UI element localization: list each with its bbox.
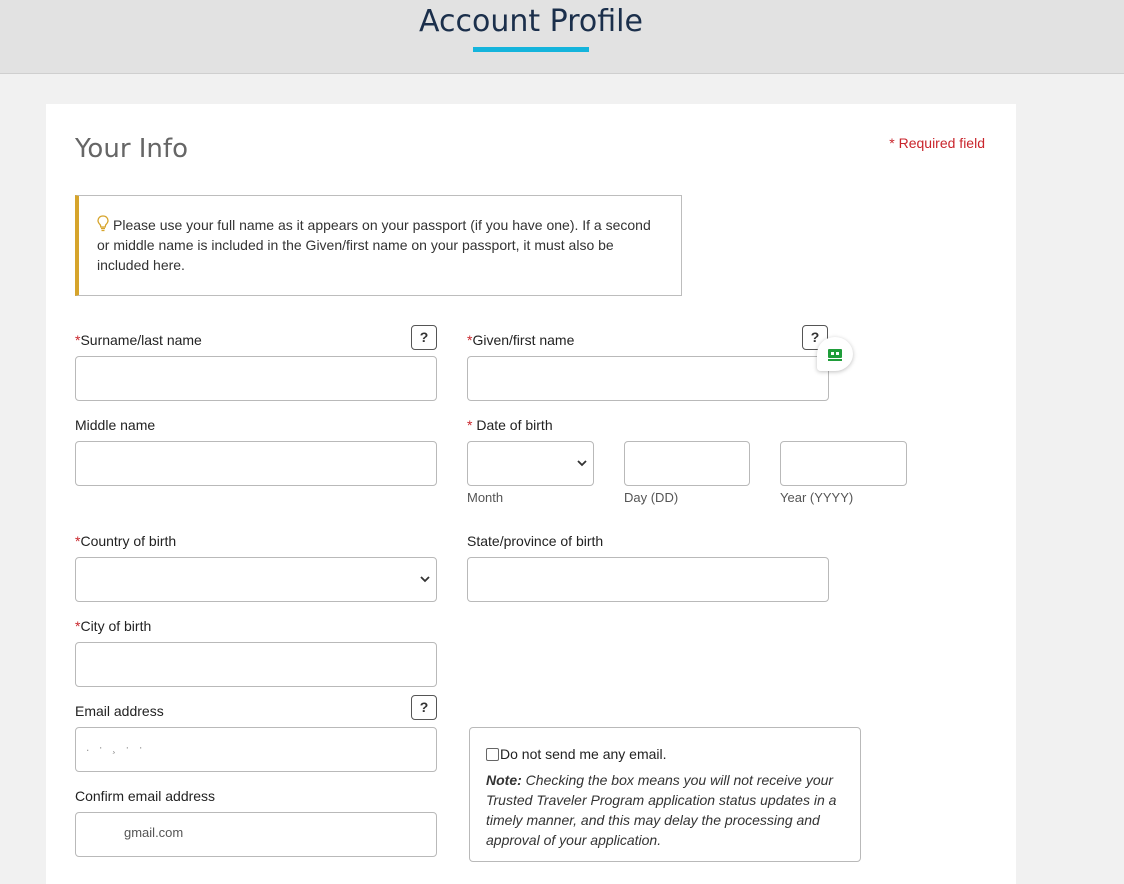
email-opt-out-checkbox[interactable] xyxy=(486,747,499,761)
note-label: Note: xyxy=(486,772,522,788)
confirm-email-label: Confirm email address xyxy=(75,788,216,804)
city-label-text: City of birth xyxy=(80,618,152,634)
surname-help-button[interactable]: ? xyxy=(411,325,437,350)
chevron-down-icon xyxy=(420,576,430,583)
city-label: *City of birth xyxy=(75,618,151,634)
email-label: Email address xyxy=(75,703,164,719)
redacted-email: . · ¸ · · xyxy=(86,740,146,754)
section-title: Your Info xyxy=(75,134,188,164)
note-text: Checking the box means you will not rece… xyxy=(486,772,837,848)
page-title: Account Profile xyxy=(419,4,643,39)
given-name-input[interactable] xyxy=(467,356,829,401)
country-label-text: Country of birth xyxy=(80,533,177,549)
lightbulb-icon xyxy=(97,215,109,232)
notice-text: Please use your full name as it appears … xyxy=(97,217,651,273)
surname-input[interactable] xyxy=(75,356,437,401)
state-input[interactable] xyxy=(467,557,829,602)
given-name-label-text: Given/first name xyxy=(472,332,575,348)
dob-month-select[interactable] xyxy=(467,441,594,486)
given-name-label: *Given/first name xyxy=(467,332,574,348)
surname-label: *Surname/last name xyxy=(75,332,202,348)
dob-year-input[interactable] xyxy=(780,441,907,486)
country-select[interactable] xyxy=(75,557,437,602)
middle-name-label: Middle name xyxy=(75,417,156,433)
dob-label: * Date of birth xyxy=(467,417,553,433)
dob-day-label: Day (DD) xyxy=(624,490,679,505)
confirm-email-input[interactable]: gmail.com xyxy=(75,812,437,857)
chevron-down-icon xyxy=(577,460,587,467)
email-opt-out-label: Do not send me any email. xyxy=(500,746,667,762)
required-marker: * xyxy=(467,417,473,433)
email-opt-out-note: Note: Checking the box means you will no… xyxy=(486,770,844,850)
state-label: State/province of birth xyxy=(467,533,604,549)
title-underline xyxy=(473,47,589,52)
city-input[interactable] xyxy=(75,642,437,687)
dob-month-label: Month xyxy=(467,490,504,505)
dob-day-input[interactable] xyxy=(624,441,750,486)
dob-year-label: Year (YYYY) xyxy=(780,490,854,505)
page-header: Account Profile xyxy=(0,0,1124,74)
passport-name-notice: Please use your full name as it appears … xyxy=(75,195,682,296)
email-opt-out-box: Do not send me any email. Note: Checking… xyxy=(469,727,861,862)
country-label: *Country of birth xyxy=(75,533,176,549)
password-manager-icon xyxy=(828,349,842,361)
email-input[interactable]: . · ¸ · · xyxy=(75,727,437,772)
email-help-button[interactable]: ? xyxy=(411,695,437,720)
form-card: Your Info * Required field Please use yo… xyxy=(46,104,1016,884)
dob-label-text: Date of birth xyxy=(476,417,553,433)
middle-name-input[interactable] xyxy=(75,441,437,486)
surname-label-text: Surname/last name xyxy=(80,332,202,348)
password-manager-badge[interactable] xyxy=(817,337,853,371)
confirm-email-visible-value: gmail.com xyxy=(124,825,184,840)
email-opt-out-row: Do not send me any email. xyxy=(486,746,844,762)
required-field-note: * Required field xyxy=(889,135,985,151)
